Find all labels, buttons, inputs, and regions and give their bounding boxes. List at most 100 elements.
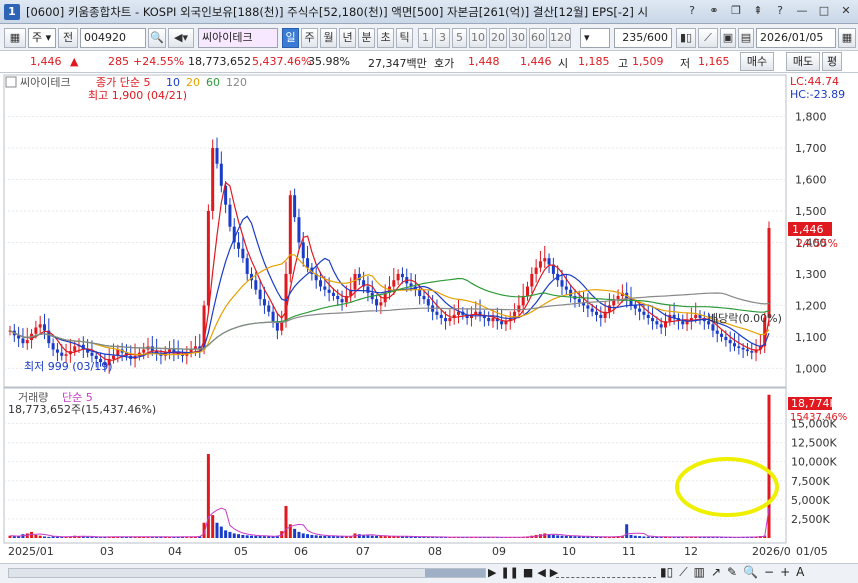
interval-button-60[interactable]: 60 (529, 28, 547, 48)
market-type-select[interactable]: 주 ▾ (28, 28, 56, 48)
text-icon[interactable]: A (796, 565, 804, 580)
period-tab-6[interactable]: 틱 (396, 28, 413, 48)
candle-body (245, 258, 249, 274)
pause-icon[interactable]: ❚❚ (500, 566, 518, 579)
sell-button[interactable]: 매도 (786, 52, 820, 71)
candle-body (43, 324, 46, 331)
candle-body (267, 305, 271, 312)
candle-body (142, 349, 146, 353)
zoom-out-icon[interactable]: − (764, 565, 774, 580)
help-icon[interactable]: ? (684, 3, 700, 19)
candle-body (715, 330, 719, 334)
candle-body (237, 242, 241, 249)
zoom-slider[interactable] (556, 568, 656, 578)
candle-body (595, 311, 598, 315)
chart-svg[interactable]: 1,8001,7001,6001,5001,4001,3001,2001,100… (0, 73, 858, 565)
link-icon[interactable]: ⚭ (706, 3, 722, 19)
interval-custom-select[interactable]: ▾ (580, 28, 610, 48)
volume-bar (258, 536, 262, 538)
period-tab-0[interactable]: 일 (282, 28, 299, 48)
candle-icon[interactable]: ▮▯ (660, 565, 673, 580)
candle-body (241, 248, 245, 259)
interval-button-5[interactable]: 5 (452, 28, 467, 48)
tool-icon[interactable]: ⟋ (698, 28, 718, 48)
interval-button-20[interactable]: 20 (489, 28, 507, 48)
volume-bar (375, 535, 379, 538)
candle-body (534, 267, 538, 274)
volume-bar (81, 536, 85, 538)
save-icon[interactable]: ▣ (720, 28, 736, 48)
candle-body (55, 349, 59, 353)
prev-button[interactable]: 전 (58, 28, 78, 48)
volume-tick-label: 10,000K (791, 456, 837, 469)
candle-body (560, 280, 564, 287)
pen-icon[interactable]: ✎ (727, 565, 737, 580)
minimize-icon[interactable]: — (794, 3, 810, 19)
candle-body (211, 147, 215, 211)
period-tab-3[interactable]: 년 (339, 28, 356, 48)
price-panel (3, 74, 787, 388)
maximize-icon[interactable]: □ (816, 3, 832, 19)
candle-body (569, 289, 573, 296)
candle-body (319, 280, 322, 287)
scroll-left-icon[interactable]: ▶ (488, 566, 496, 579)
arrow-icon[interactable]: ↗ (711, 565, 721, 580)
candle-body (331, 292, 335, 296)
period-tab-1[interactable]: 주 (301, 28, 318, 48)
open-label: 시 (558, 57, 569, 70)
candle-body (301, 242, 305, 259)
volume-bar (293, 528, 297, 538)
volume-value: 18,773,652 (188, 55, 251, 68)
high-price: 1,509 (632, 55, 664, 68)
interval-button-3[interactable]: 3 (435, 28, 450, 48)
stop-icon[interactable]: ■ (523, 566, 533, 579)
price-info-bar: 1,446 ▲ 285 +24.55% 18,773,652 5,437.46%… (0, 51, 858, 73)
price-legend-period: 60 (206, 76, 220, 89)
date-value: 2026/01/05 (760, 31, 824, 44)
bar-icon[interactable]: ▥ (694, 565, 705, 580)
volume-bar (237, 534, 241, 538)
search-icon[interactable]: 🔍 (148, 28, 166, 48)
last-volume-label: 18,774K (791, 397, 837, 410)
interval-button-1[interactable]: 1 (418, 28, 433, 48)
period-tab-2[interactable]: 월 (320, 28, 337, 48)
date-input[interactable]: 2026/01/05 (756, 28, 836, 48)
zoom-in-icon[interactable]: + (780, 565, 790, 580)
period-tab-4[interactable]: 분 (358, 28, 375, 48)
app-icon: 1 (4, 3, 20, 20)
stock-name-field[interactable]: 씨아이테크 (198, 28, 278, 48)
scrollbar-thumb[interactable] (425, 569, 485, 577)
calendar-icon[interactable]: ▦ (838, 28, 856, 48)
interval-button-30[interactable]: 30 (509, 28, 527, 48)
stock-code-input[interactable]: 004920 (80, 28, 146, 48)
line-icon[interactable]: ⟋ (679, 565, 687, 580)
period-tab-5[interactable]: 초 (377, 28, 394, 48)
candle-body (659, 324, 663, 328)
zoom-icon[interactable]: 🔍 (743, 565, 758, 580)
grid-icon[interactable]: ▦ (4, 28, 26, 48)
prev-icon[interactable]: ◀ (537, 566, 545, 579)
volume-bar (271, 536, 275, 538)
candle-body (262, 299, 266, 306)
candle-body (724, 336, 728, 341)
interval-button-120[interactable]: 120 (549, 28, 571, 48)
volume-bar (206, 454, 210, 538)
close-icon[interactable]: ✕ (838, 3, 854, 19)
candle-body (616, 295, 620, 300)
help-circle-icon[interactable]: ? (772, 3, 788, 19)
chart-area[interactable]: 1,800 1,700 1,600 1,500 1,400 1,300 1,200 1,100… (0, 73, 858, 565)
x-axis-label: 01/05 (796, 545, 828, 558)
count-input[interactable]: 235/600 (614, 28, 672, 48)
restore-icon[interactable]: ❐ (728, 3, 744, 19)
print-icon[interactable]: ▤ (738, 28, 754, 48)
x-axis-label: 2026/0 (752, 545, 791, 558)
pin-icon[interactable]: ⇞ (750, 3, 766, 19)
buy-button[interactable]: 매수 (740, 52, 774, 71)
scrollbar-track[interactable] (8, 568, 486, 578)
avg-button[interactable]: 평 (822, 52, 842, 71)
chart-type-icon[interactable]: ▮▯ (676, 28, 696, 48)
candle-body (500, 321, 504, 325)
interval-button-10[interactable]: 10 (469, 28, 487, 48)
candle-body (379, 302, 383, 306)
speaker-icon[interactable]: ◀▾ (168, 28, 194, 48)
